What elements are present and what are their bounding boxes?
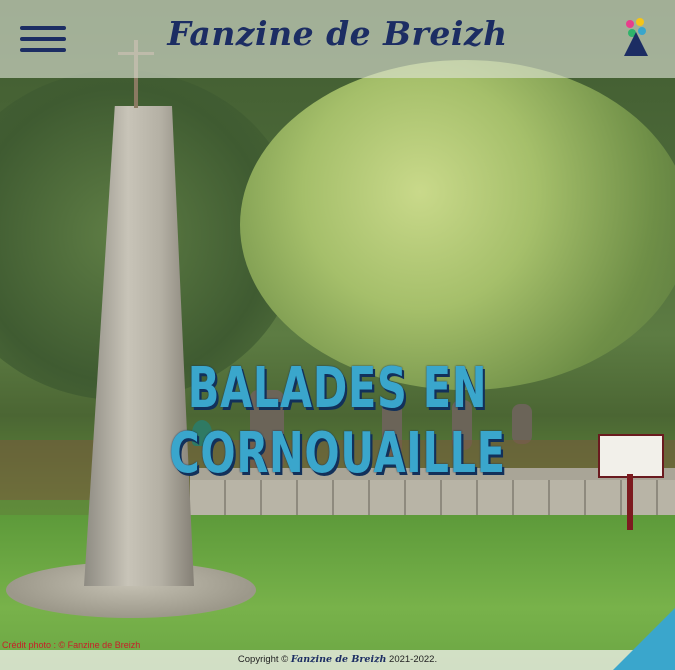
site-header: Fanzine de Breizh [0,0,675,78]
hero-background-photo [0,0,675,670]
tree-canopy-right [240,60,675,390]
photo-credit: Crédit photo : © Fanzine de Breizh [2,640,141,650]
site-footer: Copyright © Fanzine de Breizh 2021-2022. [0,650,675,670]
info-sign-post [627,474,633,530]
footer-copyright: Copyright © [237,654,289,665]
site-title[interactable]: Fanzine de Breizh [0,14,675,53]
breizh-logo-icon[interactable] [620,16,652,58]
info-sign-panel [598,434,664,478]
footer-brand: Fanzine de Breizh [290,654,387,665]
page-hero-title: BALADES EN CORNOUAILLE [169,356,506,486]
scroll-to-top-corner[interactable] [613,608,675,670]
footer-years: 2021-2022. [389,654,438,665]
